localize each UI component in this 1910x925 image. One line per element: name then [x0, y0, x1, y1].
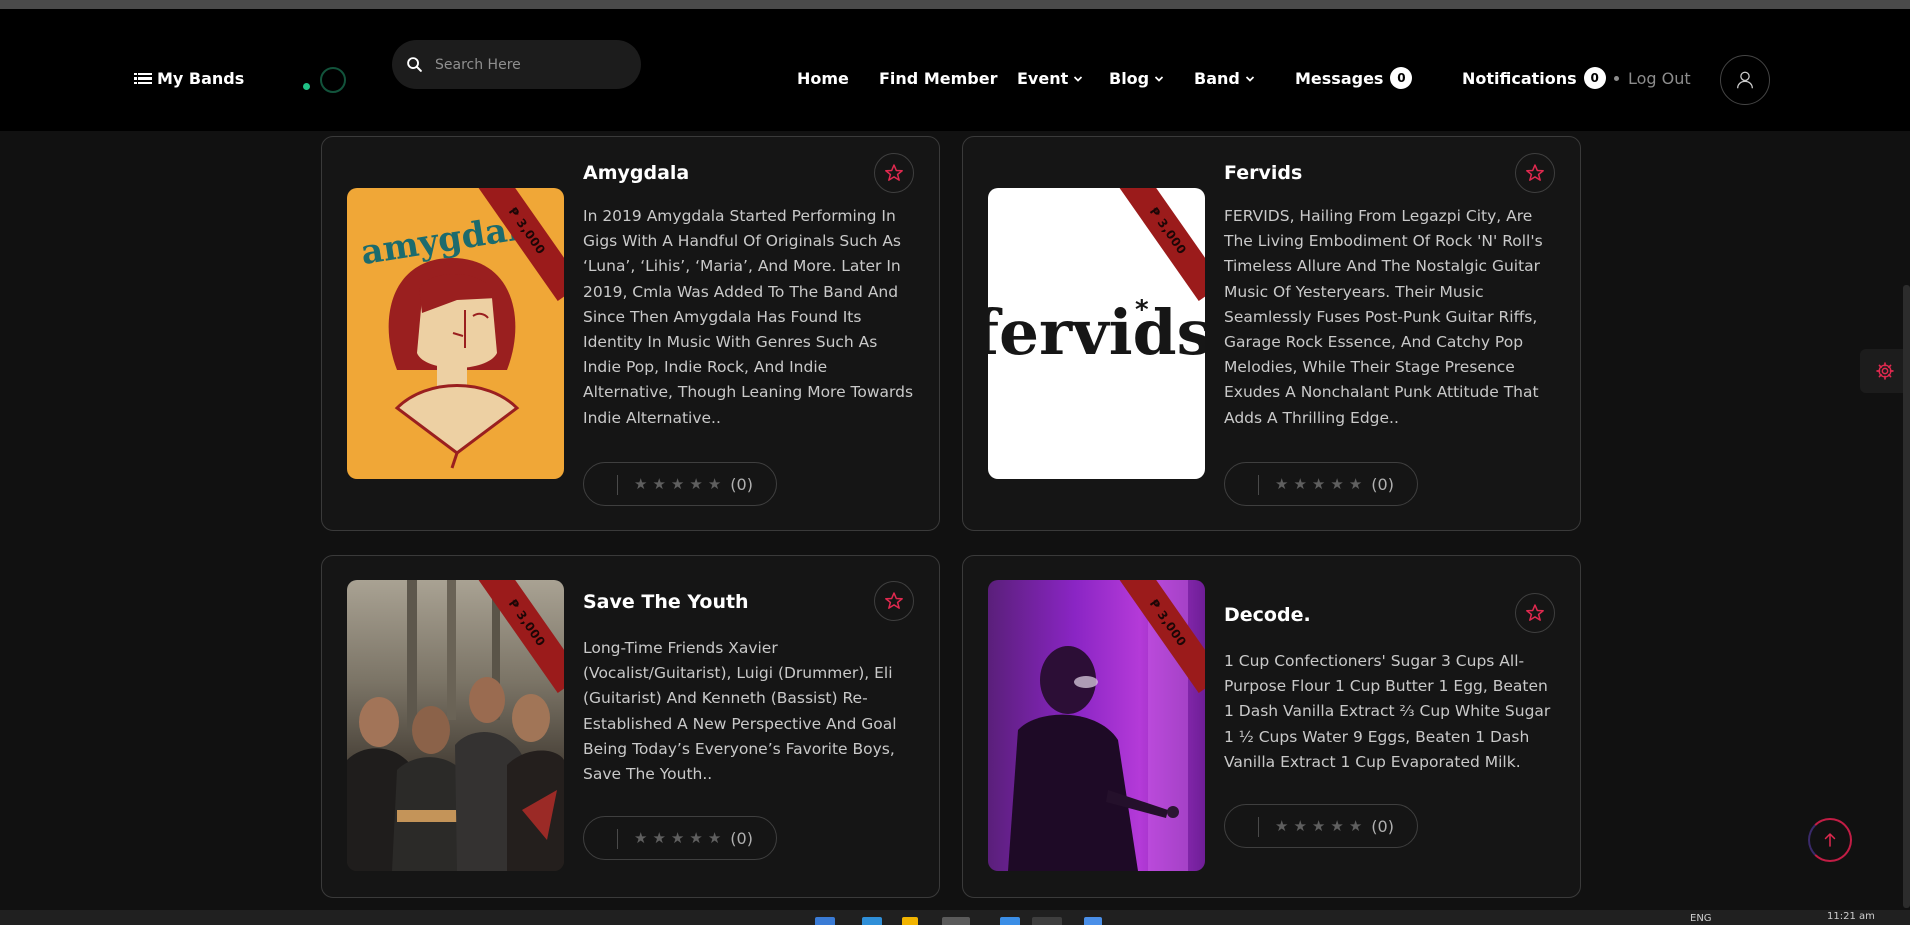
star-icon: [1526, 604, 1544, 621]
nav-notifications-label: Notifications: [1462, 68, 1577, 88]
star-icon: [1526, 164, 1544, 181]
nav-band-label: Band: [1194, 69, 1240, 88]
rating-divider: [617, 475, 618, 495]
rating-divider: [1258, 817, 1259, 837]
nav-blog[interactable]: Blog: [1109, 69, 1164, 88]
svg-text:*: *: [1135, 295, 1149, 325]
rating-stars: ★ ★ ★ ★ ★: [1275, 817, 1363, 835]
band-card: amygdala ₱ 3,000 Amygdala In 2019 Amygda…: [321, 136, 940, 531]
rating-count: (0): [1371, 474, 1394, 494]
nav-event[interactable]: Event: [1017, 69, 1083, 88]
user-icon: [1737, 71, 1753, 89]
favorite-button[interactable]: [1515, 593, 1555, 633]
scroll-to-top-button[interactable]: [1808, 818, 1852, 862]
nav-find-member[interactable]: Find Member: [879, 69, 997, 88]
band-description: In 2019 Amygdala Started Performing In G…: [583, 207, 914, 427]
band-card: fervids * ₱ 3,000 Fervids FERVIDS, Haili…: [962, 136, 1581, 531]
my-bands-menu[interactable]: My Bands: [134, 69, 244, 88]
rating-divider: [617, 829, 618, 849]
folder-icon[interactable]: [902, 917, 918, 925]
band-image[interactable]: ₱ 3,000: [347, 580, 564, 871]
nav-messages[interactable]: Messages 0: [1295, 67, 1413, 89]
rating-divider: [1258, 475, 1259, 495]
logout-label: Log Out: [1628, 69, 1691, 88]
rating-widget[interactable]: ★ ★ ★ ★ ★ (0): [1224, 804, 1418, 848]
rating-stars: ★ ★ ★ ★ ★: [634, 475, 722, 493]
notifications-count-badge: 0: [1583, 67, 1606, 89]
nav-event-label: Event: [1017, 69, 1069, 88]
nav-home-label: Home: [797, 69, 849, 88]
search-input[interactable]: [435, 56, 615, 73]
language-indicator[interactable]: ENG: [1690, 913, 1712, 924]
rating-widget[interactable]: ★ ★ ★ ★ ★ (0): [583, 816, 777, 860]
star-icon: [885, 164, 903, 181]
logout-link[interactable]: Log Out: [1614, 69, 1691, 88]
rating-widget[interactable]: ★ ★ ★ ★ ★ (0): [583, 462, 777, 506]
brand-label: My Bands: [157, 69, 245, 88]
search-icon: [407, 57, 422, 72]
band-description: 1 Cup Confectioners' Sugar 3 Cups All-Pu…: [1224, 652, 1551, 771]
user-avatar-button[interactable]: [1720, 55, 1770, 105]
band-image[interactable]: ₱ 3,000: [988, 580, 1205, 871]
svg-text:fervids: fervids: [988, 296, 1205, 369]
list-icon: [134, 72, 152, 85]
search-box: [392, 40, 641, 89]
band-name[interactable]: Fervids: [1224, 162, 1302, 184]
rating-count: (0): [1371, 816, 1394, 836]
chrome-icon[interactable]: [1032, 917, 1062, 925]
taskbar-app-icon[interactable]: [1000, 917, 1020, 925]
taskbar-app-icon[interactable]: [942, 917, 970, 925]
nav-notifications[interactable]: Notifications 0: [1462, 67, 1606, 89]
band-description: FERVIDS, Hailing From Legazpi City, Are …: [1224, 207, 1543, 427]
navbar: My Bands Home Find Member Event Blog Ban…: [0, 9, 1910, 131]
star-icon: [885, 592, 903, 609]
nav-messages-label: Messages: [1295, 68, 1384, 88]
rating-stars: ★ ★ ★ ★ ★: [634, 829, 722, 847]
rating-count: (0): [730, 474, 753, 494]
chevron-down-icon: [1245, 75, 1254, 82]
nav-find-member-label: Find Member: [879, 69, 998, 88]
favorite-button[interactable]: [874, 153, 914, 193]
band-image[interactable]: fervids * ₱ 3,000: [988, 188, 1205, 479]
clock[interactable]: 11:21 am: [1827, 911, 1875, 922]
band-description: Long-Time Friends Xavier (Vocalist/Guita…: [583, 639, 897, 784]
taskbar-app-icon[interactable]: [862, 917, 882, 925]
band-name[interactable]: Save The Youth: [583, 591, 749, 613]
chevron-down-icon: [1074, 75, 1083, 82]
band-card: ₱ 3,000 Save The Youth Long-Time Friends…: [321, 555, 940, 898]
taskbar-app-icon[interactable]: [1084, 917, 1102, 925]
loader-ring-icon: [320, 67, 346, 93]
messages-count-badge: 0: [1390, 67, 1413, 89]
arrow-up-icon: [1824, 833, 1836, 847]
favorite-button[interactable]: [1515, 153, 1555, 193]
band-card: ₱ 3,000 Decode. 1 Cup Confectioners' Sug…: [962, 555, 1581, 898]
nav-band[interactable]: Band: [1194, 69, 1255, 88]
windows-start-icon[interactable]: [815, 917, 835, 925]
bullet-icon: [1614, 76, 1619, 81]
browser-top-strip: [0, 0, 1910, 9]
page-scrollbar[interactable]: [1903, 285, 1910, 908]
rating-widget[interactable]: ★ ★ ★ ★ ★ (0): [1224, 462, 1418, 506]
band-image[interactable]: amygdala ₱ 3,000: [347, 188, 564, 479]
band-name[interactable]: Amygdala: [583, 162, 689, 184]
rating-count: (0): [730, 828, 753, 848]
gear-icon: [1876, 362, 1894, 380]
nav-home[interactable]: Home: [797, 69, 849, 88]
band-name[interactable]: Decode.: [1224, 604, 1311, 626]
favorite-button[interactable]: [874, 581, 914, 621]
nav-blog-label: Blog: [1109, 69, 1150, 88]
rating-stars: ★ ★ ★ ★ ★: [1275, 475, 1363, 493]
chevron-down-icon: [1155, 75, 1164, 82]
status-dot: [303, 83, 310, 90]
